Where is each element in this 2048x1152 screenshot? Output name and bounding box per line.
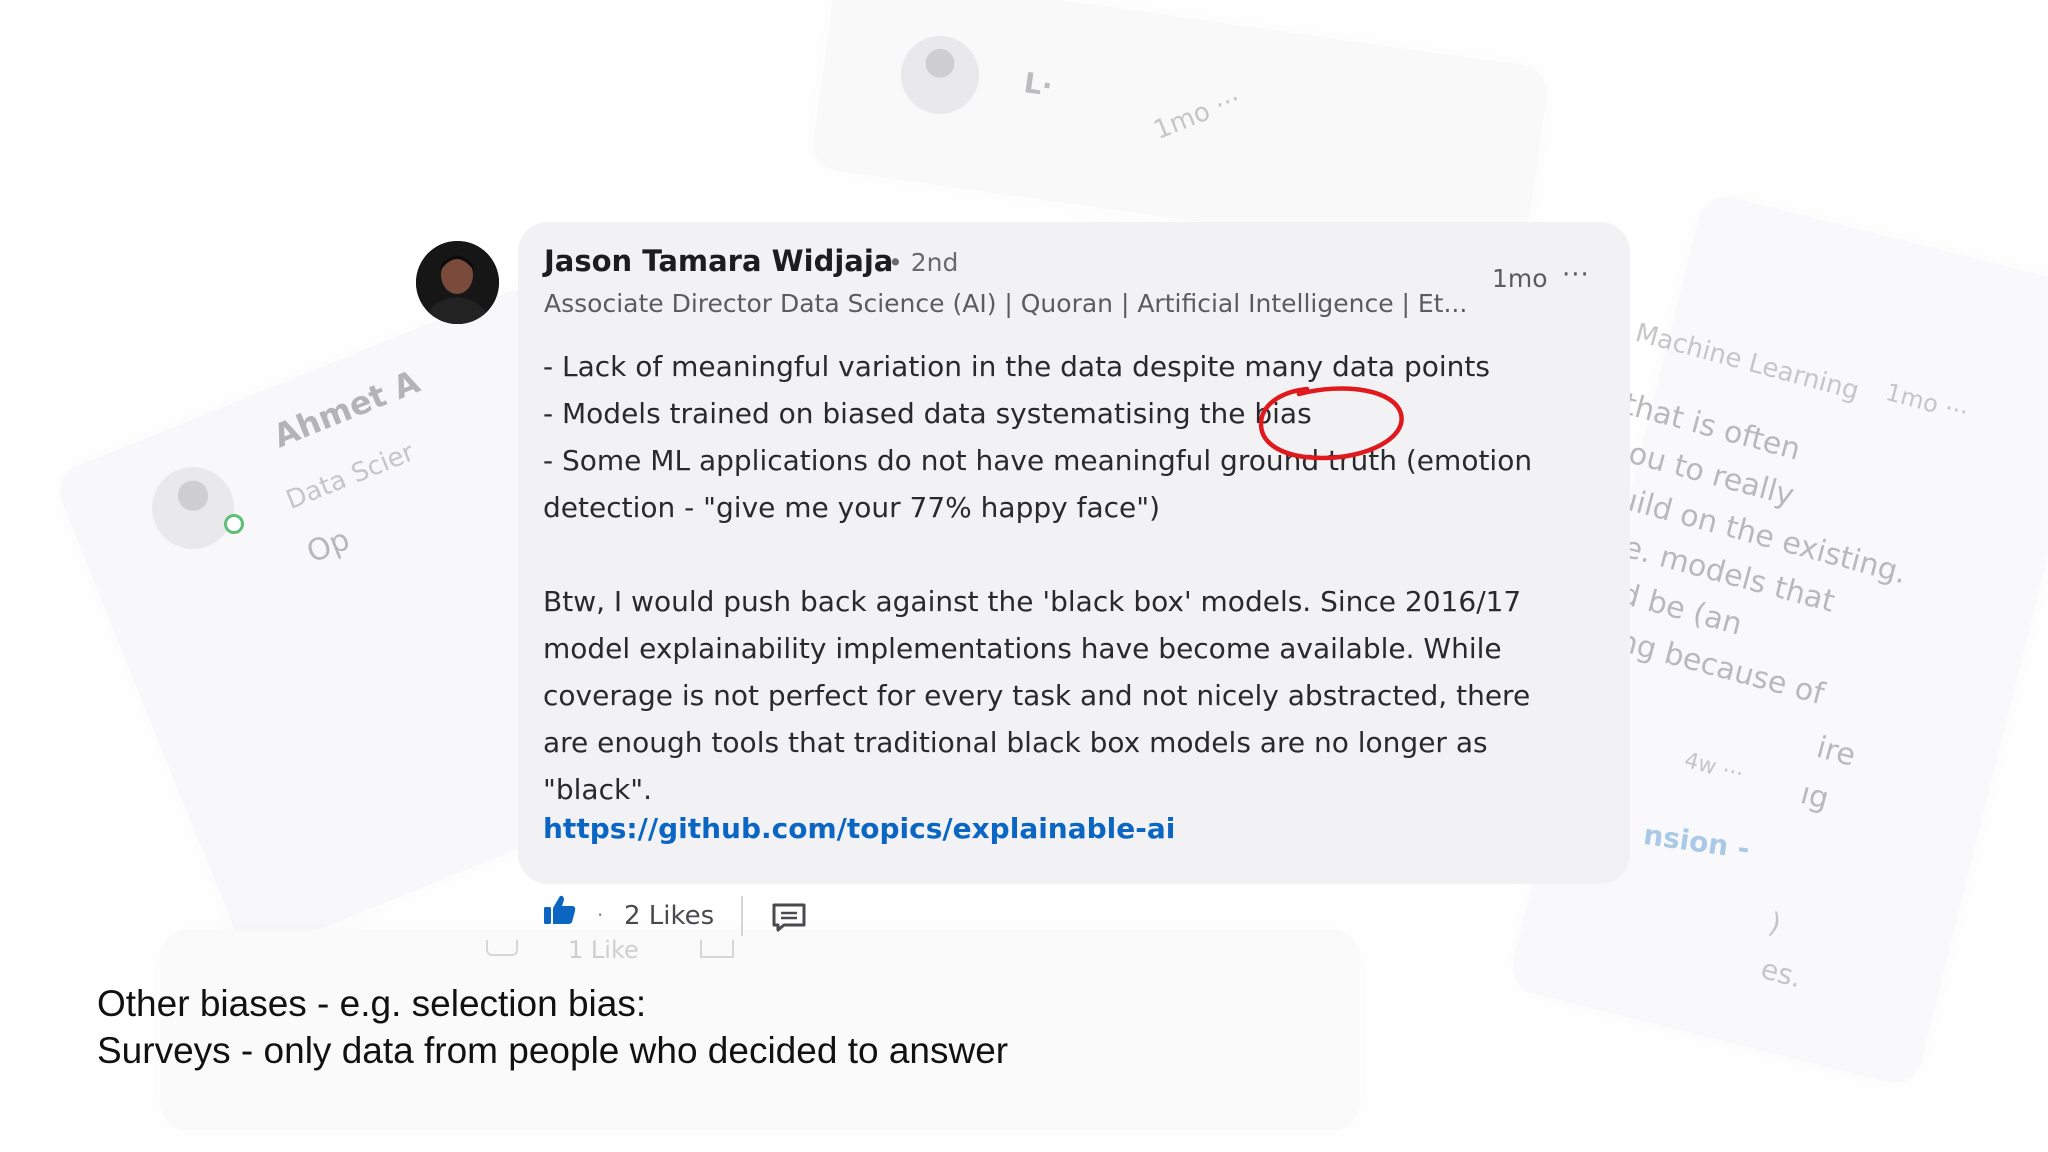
ghost-avatar-left xyxy=(152,467,234,549)
ghost-comment-icon xyxy=(700,940,734,958)
author-name[interactable]: Jason Tamara Widjaja xyxy=(544,244,893,278)
ghost-like-count: 1 Like xyxy=(568,936,639,964)
more-options-icon[interactable]: ··· xyxy=(1562,262,1590,288)
reaction-separator: · xyxy=(597,903,604,927)
caption-line: Other biases - e.g. selection bias: xyxy=(97,983,647,1024)
thumbs-up-icon[interactable] xyxy=(543,893,577,927)
connection-degree: • 2nd xyxy=(888,248,959,277)
ghost-like-icon xyxy=(486,940,518,956)
author-headline: Associate Director Data Science (AI) | Q… xyxy=(544,289,1468,318)
author-avatar[interactable] xyxy=(416,241,499,324)
likes-count[interactable]: 2 Likes xyxy=(624,901,714,931)
ghost-top-name: L· xyxy=(1021,66,1055,103)
person-silhouette-icon xyxy=(416,241,499,324)
slide-caption: Other biases - e.g. selection bias: Surv… xyxy=(97,980,1008,1074)
post-time: 1mo xyxy=(1492,264,1548,293)
reaction-divider xyxy=(741,896,743,936)
post-link[interactable]: https://github.com/topics/explainable-ai xyxy=(543,812,1175,845)
ghost-avatar-top xyxy=(901,36,979,114)
post-body: - Lack of meaningful variation in the da… xyxy=(543,350,1533,806)
comment-icon[interactable] xyxy=(771,902,807,932)
caption-line: Surveys - only data from people who deci… xyxy=(97,1030,1009,1071)
slide: L· 1mo ··· Ahmet A Data Scier Op Machine… xyxy=(0,0,2048,1152)
online-status-icon xyxy=(224,514,244,534)
